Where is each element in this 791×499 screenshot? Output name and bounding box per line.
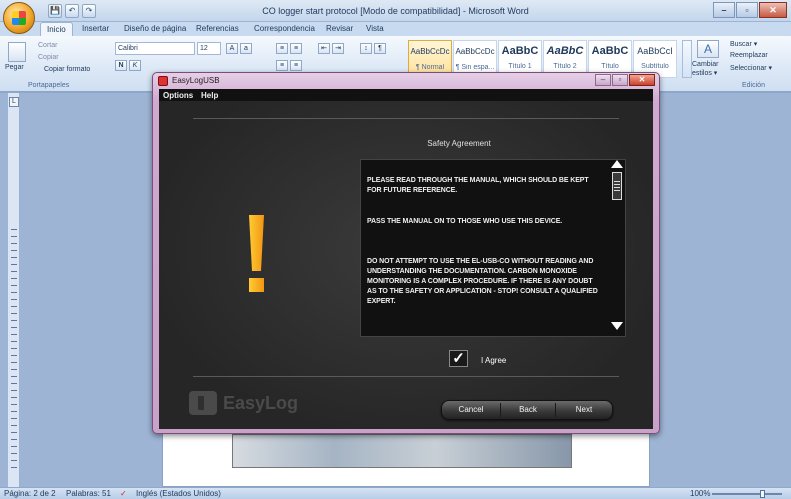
status-bar: Página: 2 de 2 Palabras: 51 ✓ Inglés (Es…	[0, 487, 791, 499]
format-painter-button[interactable]: Copiar formato	[44, 66, 90, 73]
font-name-select[interactable]: Calibri	[115, 42, 195, 55]
agree-checkbox[interactable]: ✓	[449, 350, 468, 367]
wizard-content: Safety Agreement PLEASE READ THROUGH THE…	[159, 101, 653, 429]
change-styles-icon[interactable]: A	[697, 40, 719, 58]
tab-referencias[interactable]: Referencias	[196, 24, 239, 33]
minimize-button[interactable]: –	[713, 2, 735, 18]
increase-indent-icon[interactable]: ⇥	[332, 43, 344, 54]
easylog-dialog: EasyLogUSB – ▫ ✕ Options Help Safety Agr…	[152, 72, 660, 434]
bullets-icon[interactable]: ≡	[276, 43, 288, 54]
scroll-down-arrow-icon[interactable]	[611, 322, 623, 330]
word-title-bar: 💾 ↶ ↷ CO logger start protocol [Modo de …	[0, 0, 791, 22]
back-button[interactable]: Back	[501, 401, 555, 419]
dialog-menu-bar: Options Help	[159, 89, 653, 101]
cut-button[interactable]: Cortar	[38, 42, 57, 49]
menu-options[interactable]: Options	[163, 91, 193, 100]
font-size-select[interactable]: 12	[197, 42, 221, 55]
easylog-logo-icon	[189, 391, 217, 415]
find-button[interactable]: Buscar ▾	[730, 40, 757, 48]
dialog-window-controls: – ▫ ✕	[595, 74, 655, 86]
proofing-icon[interactable]: ✓	[120, 489, 127, 498]
zoom-slider-thumb[interactable]	[760, 490, 765, 498]
office-button[interactable]	[3, 2, 35, 34]
replace-button[interactable]: Reemplazar	[730, 52, 768, 59]
agreement-paragraph-1: PLEASE READ THROUGH THE MANUAL, WHICH SH…	[367, 177, 589, 194]
shrink-font-icon[interactable]: a	[240, 43, 252, 54]
dialog-close-button[interactable]: ✕	[629, 74, 655, 86]
clipboard-group-label: Portapapeles	[28, 82, 70, 89]
dialog-body: Options Help Safety Agreement PLEASE REA…	[159, 89, 653, 429]
copy-button[interactable]: Copiar	[38, 54, 59, 61]
tab-revisar[interactable]: Revisar	[326, 24, 353, 33]
easylog-logo-text: EasyLog	[223, 393, 299, 413]
ribbon-tabs: Inicio Insertar Diseño de página Referen…	[0, 22, 791, 37]
tab-correspondencia[interactable]: Correspondencia	[254, 24, 315, 33]
vertical-ruler	[8, 93, 20, 487]
page-count[interactable]: Página: 2 de 2	[4, 489, 56, 498]
grow-font-icon[interactable]: A	[226, 43, 238, 54]
dialog-title: EasyLogUSB	[172, 76, 220, 85]
top-divider	[193, 118, 619, 119]
align-left-icon[interactable]: ≡	[276, 60, 288, 71]
window-title: CO logger start protocol [Modo de compat…	[262, 6, 529, 16]
word-count[interactable]: Palabras: 51	[66, 489, 111, 498]
align-center-icon[interactable]: ≡	[290, 60, 302, 71]
select-button[interactable]: Seleccionar ▾	[730, 64, 772, 72]
office-logo-icon	[12, 11, 26, 25]
agreement-text-box[interactable]: PLEASE READ THROUGH THE MANUAL, WHICH SH…	[360, 159, 626, 337]
tab-diseno-pagina[interactable]: Diseño de página	[124, 24, 186, 33]
close-button[interactable]: ✕	[759, 2, 787, 18]
sort-icon[interactable]: ↕	[360, 43, 372, 54]
dialog-maximize-button[interactable]: ▫	[612, 74, 628, 86]
ruler-toggle-button[interactable]: L	[9, 97, 19, 107]
window-controls: – ▫ ✕	[713, 2, 787, 18]
menu-help[interactable]: Help	[201, 91, 218, 100]
bottom-divider	[193, 376, 619, 377]
zoom-slider[interactable]	[712, 493, 782, 495]
pilcrow-icon[interactable]: ¶	[374, 43, 386, 54]
agreement-paragraph-2: PASS THE MANUAL ON TO THOSE WHO USE THIS…	[367, 218, 563, 225]
zoom-level[interactable]: 100%	[690, 489, 710, 498]
decrease-indent-icon[interactable]: ⇤	[318, 43, 330, 54]
agreement-paragraph-3: DO NOT ATTEMPT TO USE THE EL-USB-CO WITH…	[367, 258, 598, 305]
wizard-button-bar: Cancel Back Next	[441, 400, 613, 420]
dialog-title-bar[interactable]: EasyLogUSB – ▫ ✕	[153, 73, 659, 89]
scroll-up-arrow-icon[interactable]	[611, 160, 623, 168]
change-styles-label-2[interactable]: estilos ▾	[692, 69, 717, 77]
paste-button[interactable]: Pegar	[5, 64, 24, 71]
paste-icon[interactable]	[8, 42, 26, 62]
scrollbar-thumb[interactable]	[612, 172, 622, 200]
app-icon	[158, 76, 168, 86]
safety-agreement-title: Safety Agreement	[427, 139, 491, 148]
cancel-button[interactable]: Cancel	[442, 401, 500, 419]
next-button[interactable]: Next	[556, 401, 612, 419]
italic-icon[interactable]: K	[129, 60, 141, 71]
warning-exclamation-icon	[246, 215, 268, 293]
tab-insertar[interactable]: Insertar	[82, 24, 109, 33]
agree-label[interactable]: I Agree	[481, 356, 506, 365]
bold-icon[interactable]: N	[115, 60, 127, 71]
editing-group-label: Edición	[742, 82, 765, 89]
dialog-minimize-button[interactable]: –	[595, 74, 611, 86]
maximize-button[interactable]: ▫	[736, 2, 758, 18]
tab-vista[interactable]: Vista	[366, 24, 384, 33]
change-styles-label-1[interactable]: Cambiar	[692, 61, 718, 68]
language-status[interactable]: Inglés (Estados Unidos)	[136, 489, 221, 498]
document-image	[232, 434, 572, 468]
tab-inicio[interactable]: Inicio	[40, 22, 73, 37]
numbering-icon[interactable]: ≡	[290, 43, 302, 54]
styles-gallery-scroll[interactable]	[682, 40, 692, 78]
